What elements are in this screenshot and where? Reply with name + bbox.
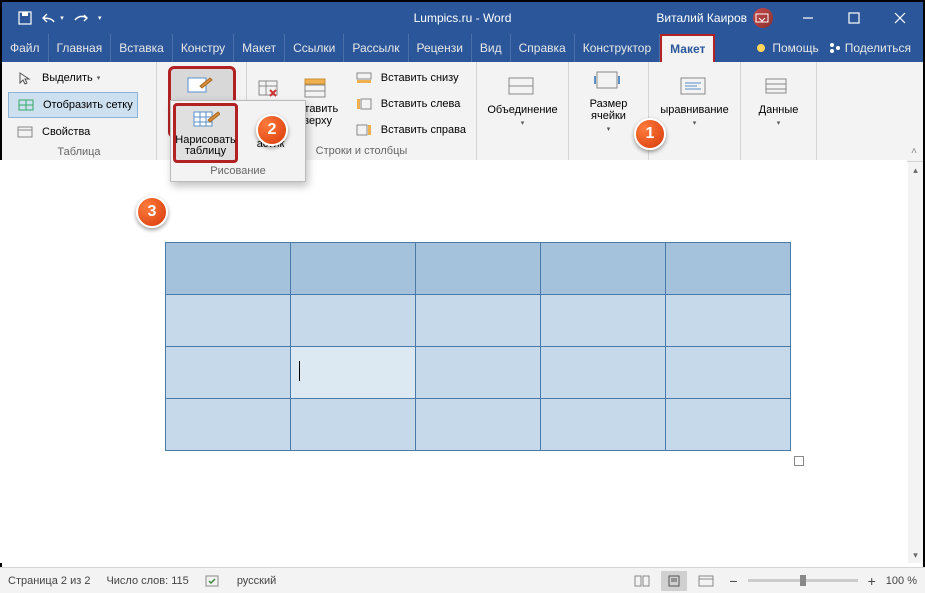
merge-button[interactable]: Объединение ▾ [489, 66, 557, 138]
collapse-ribbon-button[interactable]: ˄ [911, 146, 917, 157]
tab-references[interactable]: Ссылки [285, 34, 344, 62]
ribbon: Выделить▾ Отобразить сетку Свойства Табл… [2, 62, 923, 162]
document-table[interactable] [165, 242, 791, 451]
document-area[interactable] [0, 160, 907, 563]
tab-design[interactable]: Констру [173, 34, 234, 62]
language-indicator[interactable]: русский [237, 575, 276, 587]
status-bar: Страница 2 из 2 Число слов: 115 русский … [0, 567, 925, 593]
ribbon-tabs: Файл Главная Вставка Констру Макет Ссылк… [2, 34, 923, 62]
tab-table-design[interactable]: Конструктор [575, 34, 660, 62]
callout-3: 3 [136, 196, 168, 228]
alignment-button[interactable]: ыравнивание ▾ [661, 66, 729, 138]
cell-size-icon [593, 70, 625, 94]
drawing-popup-label: Рисование [173, 163, 303, 179]
insert-right-button[interactable]: Вставить справа [347, 118, 470, 142]
undo-button[interactable]: ▾ [42, 7, 64, 29]
tab-mailings[interactable]: Рассылк [344, 34, 408, 62]
share-button[interactable]: Поделиться [829, 41, 911, 55]
scroll-up-button[interactable]: ▴ [908, 162, 923, 178]
word-count[interactable]: Число слов: 115 [106, 575, 188, 587]
view-gridlines-button[interactable]: Отобразить сетку [8, 92, 138, 118]
insert-left-icon [351, 94, 377, 114]
draw-table-button[interactable]: Нарисовать таблицу [173, 103, 238, 163]
ribbon-options-button[interactable] [739, 2, 785, 34]
draw-table-icon [192, 110, 220, 132]
merge-icon [507, 76, 539, 100]
tab-review[interactable]: Рецензи [409, 34, 472, 62]
zoom-out-button[interactable]: − [725, 573, 741, 589]
text-cursor [299, 361, 300, 381]
tab-layout[interactable]: Макет [234, 34, 285, 62]
minimize-button[interactable] [785, 2, 831, 34]
data-icon [763, 76, 795, 100]
callout-1: 1 [634, 118, 666, 150]
data-button[interactable]: Данные ▾ [747, 66, 810, 138]
read-mode-button[interactable] [629, 571, 655, 591]
draw-icon [186, 76, 218, 100]
scroll-down-button[interactable]: ▾ [908, 547, 923, 563]
grid-icon [13, 95, 39, 115]
insert-left-button[interactable]: Вставить слева [347, 92, 470, 116]
print-layout-button[interactable] [661, 571, 687, 591]
tab-help[interactable]: Справка [511, 34, 575, 62]
tab-insert[interactable]: Вставка [111, 34, 173, 62]
page-indicator[interactable]: Страница 2 из 2 [8, 575, 90, 587]
insert-above-icon [302, 77, 328, 99]
title-bar: ▾ ▾ Lumpics.ru - Word Виталий Каиров [2, 2, 923, 34]
table-resize-handle[interactable] [794, 456, 804, 466]
group-label-table: Таблица [8, 144, 150, 160]
insert-right-icon [351, 120, 377, 140]
proofing-icon[interactable] [205, 574, 221, 588]
tab-file[interactable]: Файл [2, 34, 49, 62]
properties-icon [12, 122, 38, 142]
zoom-in-button[interactable]: + [864, 573, 880, 589]
tab-home[interactable]: Главная [49, 34, 112, 62]
redo-button[interactable] [70, 7, 92, 29]
document-title: Lumpics.ru - Word [414, 11, 512, 25]
callout-2: 2 [256, 114, 288, 146]
zoom-level[interactable]: 100 % [886, 575, 917, 587]
cell-size-button[interactable]: Размер ячейки ▾ [575, 66, 642, 138]
maximize-button[interactable] [831, 2, 877, 34]
select-button[interactable]: Выделить▾ [8, 66, 138, 90]
help-link[interactable]: Помощь [754, 41, 818, 55]
alignment-icon [679, 76, 711, 100]
user-name: Виталий Каиров [656, 11, 747, 25]
insert-below-button[interactable]: Вставить снизу [347, 66, 470, 90]
web-layout-button[interactable] [693, 571, 719, 591]
properties-button[interactable]: Свойства [8, 120, 138, 144]
cursor-icon [12, 68, 38, 88]
vertical-scrollbar[interactable]: ▴ ▾ [908, 162, 923, 563]
tab-view[interactable]: Вид [472, 34, 511, 62]
drawing-dropdown: Нарисовать таблицу астик Рисование [170, 100, 306, 182]
tab-table-layout[interactable]: Макет [660, 34, 715, 62]
autosave-icon[interactable] [14, 7, 36, 29]
insert-below-icon [351, 68, 377, 88]
close-button[interactable] [877, 2, 923, 34]
zoom-slider[interactable] [748, 579, 858, 582]
